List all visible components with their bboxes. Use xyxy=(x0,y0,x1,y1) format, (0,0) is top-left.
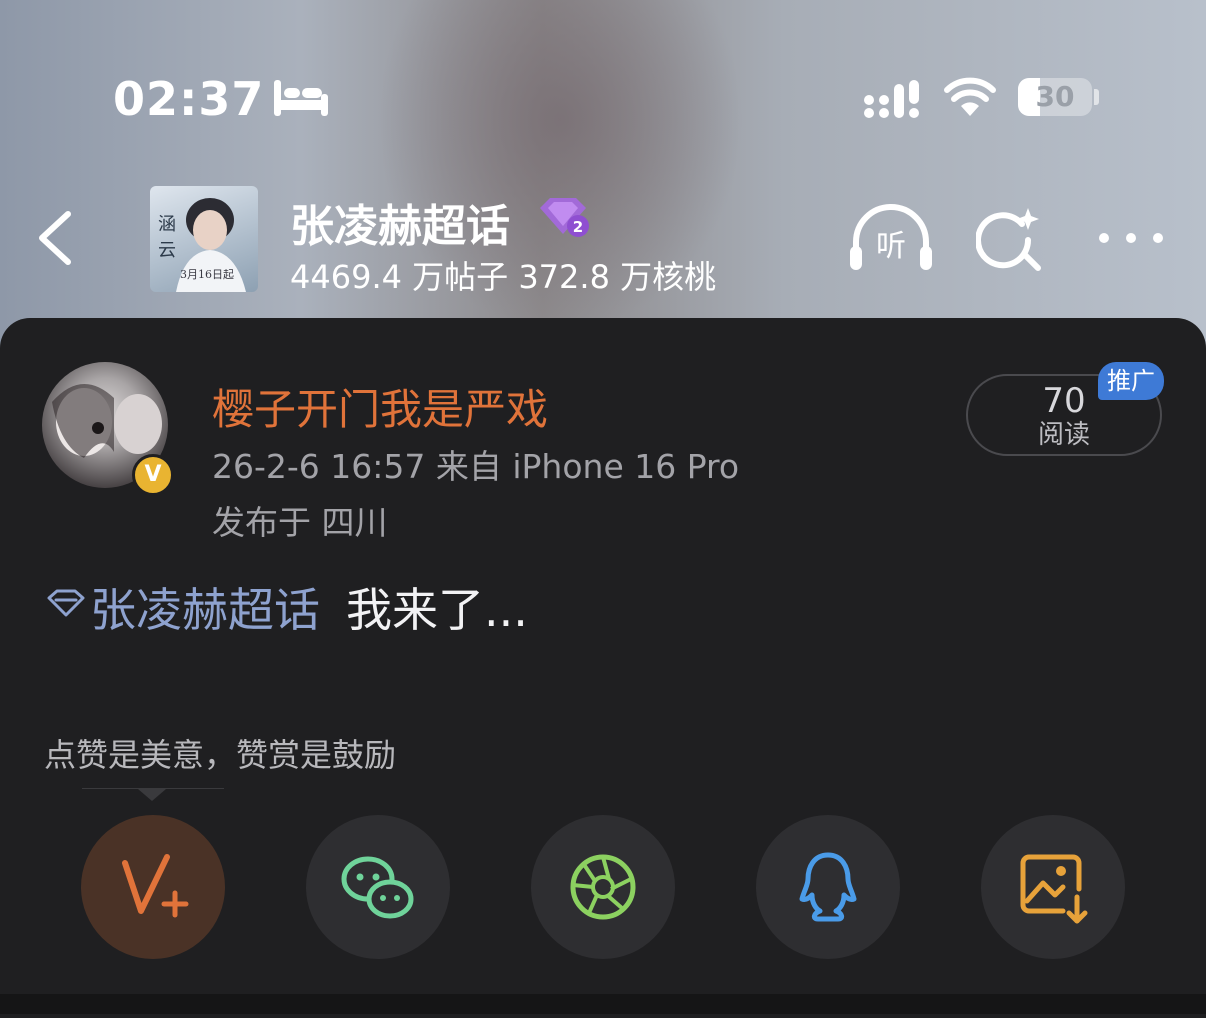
cover-date: 3月16日起 xyxy=(180,268,234,281)
wifi-icon xyxy=(944,77,996,116)
topic-stats: 4469.4 万帖子 372.8 万核桃 xyxy=(290,258,717,296)
share-save-image-button[interactable] xyxy=(981,815,1125,959)
reward-tip: 点赞是美意，赞赏是鼓励 xyxy=(44,736,397,774)
cellular-signal-icon xyxy=(864,80,919,118)
post-meta: 26-2-6 16:57 来自 iPhone 16 Pro xyxy=(212,447,740,486)
status-time: 02:37 xyxy=(113,72,265,126)
post-username[interactable]: 樱子开门我是严戏 xyxy=(212,376,548,437)
promo-badge: 推广 xyxy=(1098,362,1164,400)
moments-icon xyxy=(570,854,636,920)
share-qq-button[interactable] xyxy=(756,815,900,959)
bed-icon xyxy=(274,80,328,116)
diamond-level-badge-icon: 2 xyxy=(540,198,589,237)
listen-label: 听 xyxy=(876,229,906,264)
ai-search-button[interactable] xyxy=(976,204,1046,274)
verified-badge-icon: V xyxy=(132,454,174,496)
back-button[interactable] xyxy=(34,206,78,270)
battery-level: 30 xyxy=(1035,80,1075,113)
tip-pointer xyxy=(138,789,166,801)
v-plus-icon xyxy=(122,854,189,918)
header-background xyxy=(0,0,1206,360)
share-v-plus-button[interactable] xyxy=(81,815,225,959)
post-location: 发布于 四川 xyxy=(212,503,388,542)
battery-indicator: 30 xyxy=(1018,78,1092,116)
more-options-button[interactable] xyxy=(1096,226,1166,250)
post-text: 我来了... xyxy=(346,583,528,637)
share-wechat-button[interactable] xyxy=(306,815,450,959)
post-body: 张凌赫超话 我来了... xyxy=(46,574,528,640)
qq-icon xyxy=(799,852,857,922)
wechat-icon xyxy=(341,856,414,919)
listen-button[interactable]: 听 xyxy=(848,204,934,272)
topic-title[interactable]: 张凌赫超话 xyxy=(290,190,510,254)
bottom-strip xyxy=(0,994,1206,1014)
battery-cap xyxy=(1094,89,1099,105)
share-moments-button[interactable] xyxy=(531,815,675,959)
reads-label: 阅读 xyxy=(1037,420,1090,450)
topic-link[interactable]: 张凌赫超话 xyxy=(90,583,320,637)
save-image-icon xyxy=(1020,854,1088,924)
svg-text:云: 云 xyxy=(158,240,176,261)
svg-text:涵: 涵 xyxy=(158,214,176,235)
topic-cover-image[interactable]: 涵 云 3月16日起 xyxy=(150,186,258,292)
topic-level: 2 xyxy=(573,218,583,236)
